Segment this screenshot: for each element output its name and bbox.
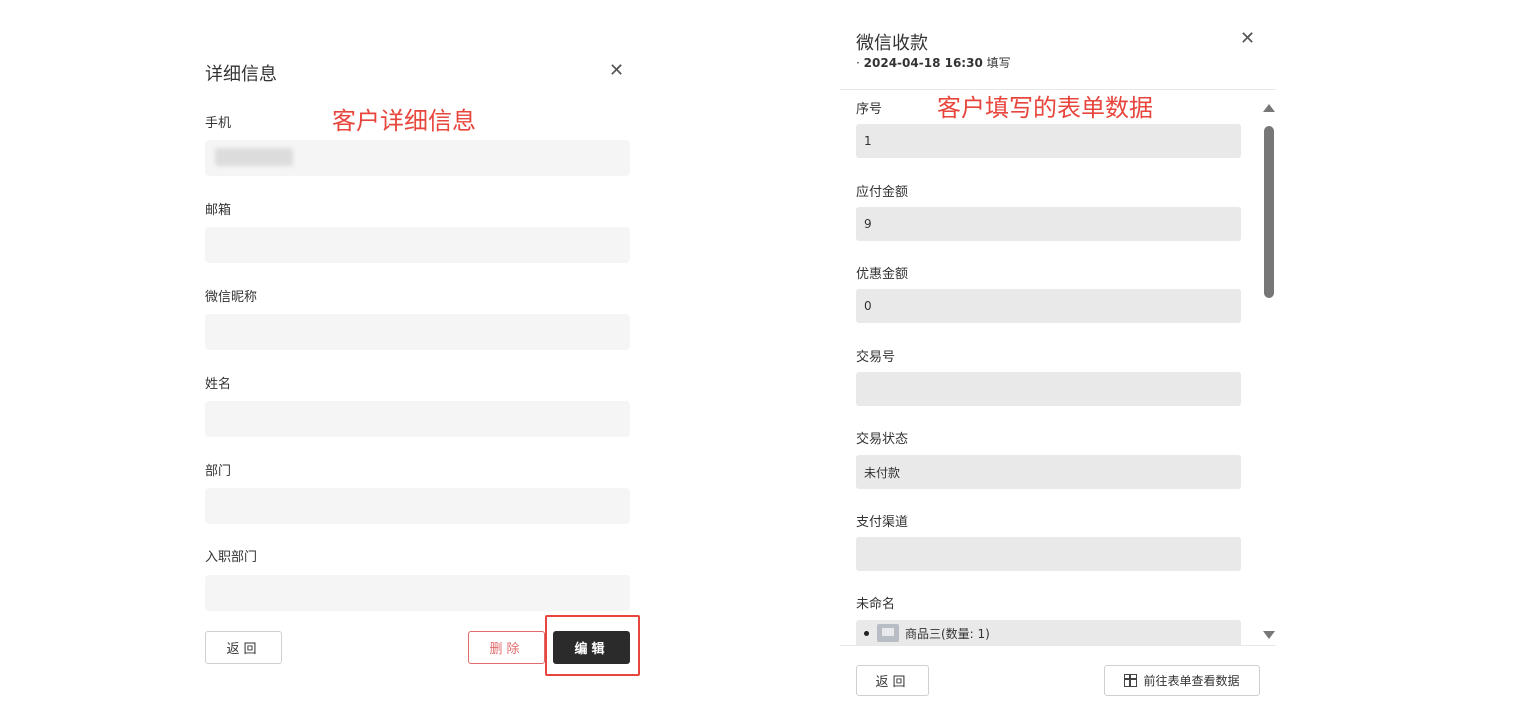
scrollbar-thumb[interactable] xyxy=(1264,126,1274,298)
field-label-transaction-status: 交易状态 xyxy=(856,432,909,447)
field-label-discount-amount: 优惠金额 xyxy=(856,267,909,282)
footer-divider xyxy=(840,645,1276,646)
product-thumbnail-icon xyxy=(877,624,899,642)
scroll-up-arrow-icon[interactable] xyxy=(1263,104,1275,112)
field-label-phone: 手机 xyxy=(205,116,232,131)
form-data-panel: 微信收款 · 2024-04-18 16:30 填写 ✕ 序号 1 应付金额 9… xyxy=(840,0,1280,711)
name-field[interactable] xyxy=(205,401,630,437)
redacted-phone-value xyxy=(215,148,293,166)
scroll-down-arrow-icon[interactable] xyxy=(1263,631,1275,639)
field-label-onboarding-department: 入职部门 xyxy=(205,550,258,565)
subtitle-suffix: 填写 xyxy=(986,56,1011,70)
transaction-id-field[interactable] xyxy=(856,372,1241,406)
field-label-wechat-nickname: 微信昵称 xyxy=(205,290,258,305)
edit-button-highlight xyxy=(545,615,640,676)
amount-due-field[interactable]: 9 xyxy=(856,207,1241,241)
goto-form-data-label: 前往表单查看数据 xyxy=(1143,674,1240,688)
transaction-status-field[interactable]: 未付款 xyxy=(856,455,1241,489)
bullet-icon xyxy=(864,630,869,636)
close-icon[interactable]: ✕ xyxy=(1240,30,1255,48)
wechat-nickname-field[interactable] xyxy=(205,314,630,350)
field-label-department: 部门 xyxy=(205,464,232,479)
product-list-item: 商品三(数量: 1) xyxy=(856,620,1241,645)
field-label-name: 姓名 xyxy=(205,377,232,392)
submission-date: 2024-04-18 16:30 xyxy=(863,56,983,70)
field-label-unnamed: 未命名 xyxy=(856,597,896,612)
form-fields-scroll-area[interactable]: 序号 1 应付金额 9 优惠金额 0 交易号 交易状态 未付款 支付渠道 未命名… xyxy=(840,90,1276,645)
discount-amount-field[interactable]: 0 xyxy=(856,289,1241,323)
back-button[interactable]: 返回 xyxy=(205,631,282,664)
product-item-label: 商品三(数量: 1) xyxy=(905,626,990,641)
subtitle-prefix: · xyxy=(856,56,860,70)
field-label-transaction-id: 交易号 xyxy=(856,350,896,365)
goto-form-data-button[interactable]: 前往表单查看数据 xyxy=(1104,665,1260,696)
serial-field[interactable]: 1 xyxy=(856,124,1241,158)
delete-button[interactable]: 删除 xyxy=(468,631,545,664)
form-data-panel-title: 微信收款 xyxy=(856,33,928,54)
department-field[interactable] xyxy=(205,488,630,524)
payment-channel-field[interactable] xyxy=(856,537,1241,571)
field-label-email: 邮箱 xyxy=(205,203,232,218)
onboarding-department-field[interactable] xyxy=(205,575,630,611)
close-icon[interactable]: ✕ xyxy=(609,62,624,80)
details-panel: 详细信息 ✕ 手机 邮箱 微信昵称 姓名 部门 入职部门 返回 删除 编辑 xyxy=(205,0,640,711)
back-button[interactable]: 返回 xyxy=(856,665,929,696)
field-label-payment-channel: 支付渠道 xyxy=(856,515,909,530)
table-icon xyxy=(1124,674,1138,687)
details-panel-title: 详细信息 xyxy=(205,64,277,85)
field-label-serial: 序号 xyxy=(856,102,883,117)
email-field[interactable] xyxy=(205,227,630,263)
form-submission-subtitle: · 2024-04-18 16:30 填写 xyxy=(856,54,1011,71)
field-label-amount-due: 应付金额 xyxy=(856,185,909,200)
phone-field[interactable] xyxy=(205,140,630,176)
